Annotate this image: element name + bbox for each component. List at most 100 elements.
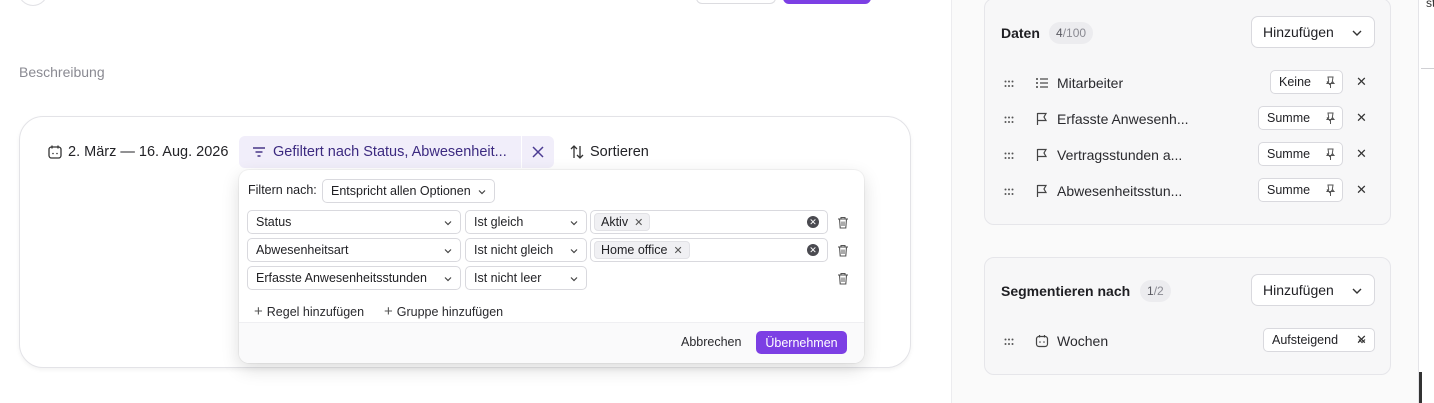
pin-icon[interactable] xyxy=(1325,76,1336,89)
chevron-down-icon xyxy=(444,277,452,282)
edge-text: st xyxy=(1426,0,1434,10)
segment-row-1-order: Aufsteigend xyxy=(1272,333,1339,347)
adjacent-window-edge xyxy=(1418,0,1434,403)
filter-icon xyxy=(253,147,265,157)
rule-3-field-select[interactable]: Erfasste Anwesenheitsstunden xyxy=(247,266,461,290)
rule-2-field-select[interactable]: Abwesenheitsart xyxy=(247,238,461,262)
flag-icon xyxy=(1036,112,1048,125)
rule-1-operator: Ist gleich xyxy=(474,215,524,229)
data-row-4-label: Abwesenheitsstun... xyxy=(1057,183,1183,199)
segment-add-button[interactable]: Hinzufügen xyxy=(1251,274,1375,306)
filter-summary-label: Gefiltert nach Status, Abwesenheit... xyxy=(273,144,507,160)
chevron-down-icon xyxy=(1352,30,1362,36)
plus-icon: + xyxy=(384,303,393,320)
list-icon xyxy=(1036,78,1048,88)
data-row-3-aggregation: Summe xyxy=(1267,147,1311,161)
sort-icon xyxy=(570,145,584,159)
rule-1-operator-select[interactable]: Ist gleich xyxy=(465,210,587,234)
delete-rule-3-icon[interactable] xyxy=(837,272,849,285)
remove-row-icon[interactable]: ✕ xyxy=(1356,146,1367,162)
drag-handle-icon[interactable] xyxy=(1004,80,1014,88)
filter-by-label: Filtern nach: xyxy=(248,183,317,197)
rule-3-field: Erfasste Anwesenheitsstunden xyxy=(256,271,427,285)
remove-row-icon[interactable]: ✕ xyxy=(1356,110,1367,126)
segment-count: 1 xyxy=(1147,284,1154,298)
flag-icon xyxy=(1036,148,1048,161)
clear-filter-button[interactable] xyxy=(522,136,554,168)
main-area: Beschreibung 2. März — 16. Aug. 2026 Gef… xyxy=(0,0,951,403)
pin-icon[interactable] xyxy=(1325,184,1336,197)
chevron-down-icon xyxy=(478,190,486,195)
plus-icon: + xyxy=(254,303,263,320)
rule-3-operator: Ist nicht leer xyxy=(474,271,542,285)
data-count-badge: 4 /100 xyxy=(1049,22,1094,44)
drag-handle-icon[interactable] xyxy=(1004,188,1014,196)
remove-row-icon[interactable]: ✕ xyxy=(1356,332,1367,348)
clear-value-icon[interactable]: ✕ xyxy=(807,244,819,256)
pin-icon[interactable] xyxy=(1325,148,1336,161)
calendar-icon xyxy=(1035,335,1049,348)
drag-handle-icon[interactable] xyxy=(1004,116,1014,124)
clear-value-icon[interactable]: ✕ xyxy=(807,216,819,228)
segment-count-badge: 1 /2 xyxy=(1140,280,1171,302)
rule-2-operator-select[interactable]: Ist nicht gleich xyxy=(465,238,587,262)
date-range-button[interactable]: 2. März — 16. Aug. 2026 xyxy=(47,143,228,161)
data-row-2-aggregation: Summe xyxy=(1267,111,1311,125)
pin-icon[interactable] xyxy=(1325,112,1336,125)
edge-scrollbar xyxy=(1419,372,1422,403)
segment-count-total: /2 xyxy=(1153,284,1164,298)
rule-1-value-input[interactable]: Aktiv ✕ ✕ xyxy=(590,210,828,234)
rule-2-value-tag: Home office ✕ xyxy=(594,241,690,259)
apply-button[interactable]: Übernehmen xyxy=(756,331,847,354)
add-group-button[interactable]: + Gruppe hinzufügen xyxy=(384,303,503,320)
chevron-down-icon xyxy=(444,221,452,226)
match-mode-select[interactable]: Entspricht allen Optionen xyxy=(322,179,495,203)
rule-2-value-input[interactable]: Home office ✕ ✕ xyxy=(590,238,828,262)
rule-2-operator: Ist nicht gleich xyxy=(474,243,554,257)
rule-3-operator-select[interactable]: Ist nicht leer xyxy=(465,266,587,290)
delete-rule-1-icon[interactable] xyxy=(837,216,849,229)
match-mode-value: Entspricht allen Optionen xyxy=(331,184,471,198)
rule-1-field-select[interactable]: Status xyxy=(247,210,461,234)
filter-summary-button[interactable]: Gefiltert nach Status, Abwesenheit... xyxy=(239,136,521,168)
rule-1-field: Status xyxy=(256,215,292,229)
add-rule-label: Regel hinzufügen xyxy=(266,304,365,319)
data-row-1-label: Mitarbeiter xyxy=(1057,75,1124,91)
remove-row-icon[interactable]: ✕ xyxy=(1356,74,1367,90)
rule-2-field: Abwesenheitsart xyxy=(256,243,349,257)
settings-sidebar: Daten 4 /100 Hinzufügen Mitarbeiter Kein… xyxy=(952,0,1418,403)
add-rule-button[interactable]: + Regel hinzufügen xyxy=(254,303,364,320)
chevron-down-icon xyxy=(444,249,452,254)
delete-rule-2-icon[interactable] xyxy=(837,244,849,257)
description-label: Beschreibung xyxy=(19,64,105,80)
chevron-down-icon xyxy=(570,249,578,254)
data-row-1-aggregation: Keine xyxy=(1279,75,1311,89)
rule-1-value-tag: Aktiv ✕ xyxy=(594,213,651,231)
close-icon xyxy=(532,146,544,158)
cancel-button[interactable]: Abbrechen xyxy=(681,335,741,349)
calendar-icon xyxy=(48,145,62,159)
flag-icon xyxy=(1036,184,1048,197)
data-add-label: Hinzufügen xyxy=(1263,24,1334,40)
data-count: 4 xyxy=(1056,26,1063,40)
data-row-3-label: Vertragsstunden a... xyxy=(1057,147,1183,163)
edge-divider xyxy=(1421,68,1434,69)
data-row-4-aggregation: Summe xyxy=(1267,183,1311,197)
drag-handle-icon[interactable] xyxy=(1004,152,1014,160)
segment-panel-title: Segmentieren nach xyxy=(1001,283,1131,299)
sort-button[interactable]: Sortieren xyxy=(569,143,649,161)
chevron-down-icon xyxy=(1352,288,1362,294)
data-add-button[interactable]: Hinzufügen xyxy=(1251,16,1375,48)
data-panel-title: Daten xyxy=(1001,25,1040,41)
data-panel: Daten 4 /100 Hinzufügen Mitarbeiter Kein… xyxy=(984,0,1391,225)
remove-row-icon[interactable]: ✕ xyxy=(1356,182,1367,198)
back-button[interactable] xyxy=(18,0,48,6)
add-group-label: Gruppe hinzufügen xyxy=(396,304,504,319)
secondary-action-button[interactable] xyxy=(696,0,776,4)
remove-tag-icon[interactable]: ✕ xyxy=(673,244,682,257)
segment-panel: Segmentieren nach 1 /2 Hinzufügen Wochen… xyxy=(984,257,1391,375)
rule-2-value: Home office xyxy=(601,243,668,257)
drag-handle-icon[interactable] xyxy=(1004,338,1014,346)
primary-action-button[interactable] xyxy=(783,0,871,4)
remove-tag-icon[interactable]: ✕ xyxy=(634,216,643,229)
